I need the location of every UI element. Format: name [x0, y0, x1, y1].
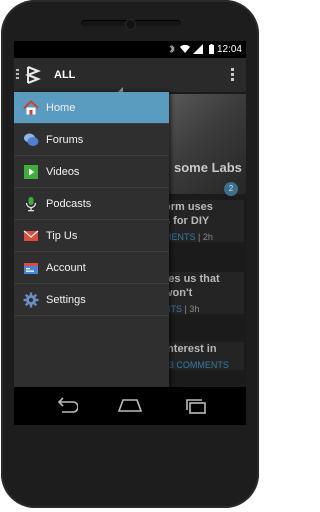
bluetooth-icon [169, 44, 175, 54]
meta-separator: | [195, 232, 203, 242]
account-icon [22, 259, 40, 277]
comments-link[interactable]: | 3 COMMENTS [164, 360, 229, 370]
home-icon [22, 99, 40, 117]
status-bar: 12:04 [14, 41, 246, 58]
hero-image[interactable] [161, 94, 246, 194]
drawer-item-settings[interactable]: Settings [14, 284, 169, 316]
hero-title[interactable]: some Labs [174, 160, 244, 176]
drawer-item-forums[interactable]: Forums [14, 124, 169, 156]
drawer-item-videos[interactable]: Videos [14, 156, 169, 188]
podcasts-icon [22, 195, 40, 213]
drawer-item-label: Podcasts [46, 197, 92, 210]
article-title-line: won't [164, 287, 193, 299]
drawer-item-tip-us[interactable]: Tip Us [14, 220, 169, 252]
drawer-item-label: Videos [46, 165, 80, 178]
phone-frame: 12:04 ALL some Labs 2 orm uses s for DIY… [1, 0, 259, 508]
drawer-item-podcasts[interactable]: Podcasts [14, 188, 169, 220]
comment-count-badge: 2 [224, 182, 238, 196]
front-camera [125, 19, 136, 30]
home-button-icon[interactable] [118, 397, 142, 415]
article-meta: | 3 COMMENTS [164, 360, 244, 370]
drawer-item-label: Home [46, 101, 76, 114]
article-title-line: orm uses [164, 201, 213, 213]
battery-icon [209, 44, 214, 54]
status-icons [167, 44, 216, 54]
navigation-drawer: Home Forums Videos Podcasts Tip Us Accou… [14, 92, 169, 387]
article-card[interactable]: interest in | 3 COMMENTS [164, 342, 244, 370]
forums-icon [22, 131, 40, 149]
article-card[interactable]: orm uses s for DIY MENTS | 2h [164, 200, 244, 242]
article-title-line: s for DIY [164, 215, 210, 227]
screen: 12:04 ALL some Labs 2 orm uses s for DIY… [14, 41, 246, 425]
app-logo-icon[interactable] [24, 65, 42, 85]
recent-apps-icon[interactable] [184, 397, 208, 415]
overflow-menu-icon[interactable] [231, 68, 234, 83]
article-age: 2h [202, 232, 213, 242]
article-meta: NTS | 3h [164, 304, 244, 314]
drawer-item-home[interactable]: Home [14, 92, 169, 124]
section-spinner-label[interactable]: ALL [54, 69, 75, 81]
videos-icon [22, 163, 40, 181]
action-bar: ALL [14, 58, 246, 93]
drawer-item-label: Settings [46, 293, 86, 306]
gear-icon [22, 291, 40, 309]
drawer-item-label: Forums [46, 133, 84, 146]
wifi-icon [180, 44, 190, 53]
system-navigation-bar [14, 387, 246, 425]
signal-icon [193, 44, 203, 54]
article-age: 3h [189, 304, 200, 314]
mail-icon [22, 227, 40, 245]
drawer-item-account[interactable]: Account [14, 252, 169, 284]
status-time: 12:04 [216, 44, 242, 55]
back-icon[interactable] [54, 397, 78, 415]
article-card[interactable]: res us that won't NTS | 3h [164, 272, 244, 314]
drawer-item-label: Account [46, 261, 86, 274]
drawer-item-label: Tip Us [46, 229, 78, 242]
article-meta: MENTS | 2h [164, 232, 244, 242]
article-title-line: interest in [164, 343, 217, 355]
article-title-line: res us that [164, 273, 220, 285]
drawer-indicator-icon[interactable] [16, 69, 20, 81]
